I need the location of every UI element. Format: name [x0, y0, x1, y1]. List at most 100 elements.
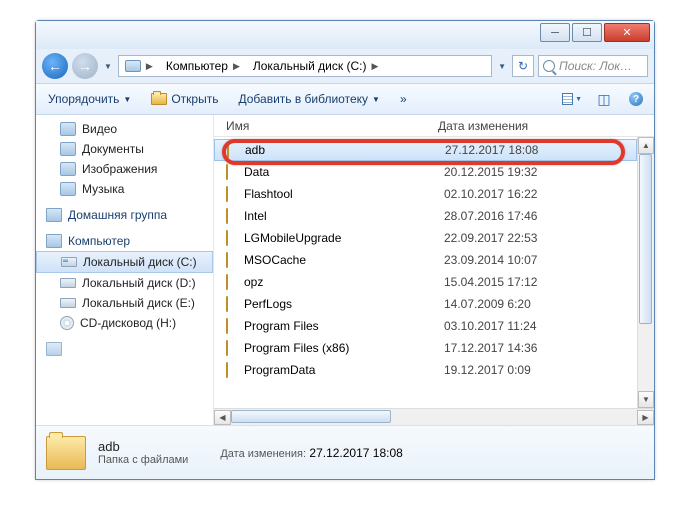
hscroll-thumb[interactable] — [231, 410, 391, 423]
col-name[interactable]: Имя — [218, 119, 438, 133]
sidebar-drive-item[interactable]: Локальный диск (D:) — [36, 273, 213, 293]
folder-icon — [226, 230, 228, 246]
toolbar: Упорядочить▼ Открыть Добавить в библиоте… — [36, 83, 654, 115]
folder-icon — [226, 252, 228, 268]
search-input[interactable]: Поиск: Лок… — [538, 55, 648, 77]
file-date: 17.12.2017 14:36 — [444, 341, 637, 355]
file-row[interactable]: Program Files03.10.2017 11:24 — [214, 315, 637, 337]
file-date: 02.10.2017 16:22 — [444, 187, 637, 201]
sidebar-drive-item[interactable]: Локальный диск (C:) — [36, 251, 213, 273]
file-name: LGMobileUpgrade — [244, 231, 444, 245]
close-button[interactable]: ✕ — [604, 23, 650, 42]
homegroup-icon — [46, 208, 62, 222]
folder-icon — [226, 186, 228, 202]
sidebar-lib-item[interactable]: Видео — [36, 119, 213, 139]
file-row[interactable]: Data20.12.2015 19:32 — [214, 161, 637, 183]
file-date: 23.09.2014 10:07 — [444, 253, 637, 267]
computer-icon — [46, 234, 62, 248]
file-row[interactable]: Flashtool02.10.2017 16:22 — [214, 183, 637, 205]
file-date: 14.07.2009 6:20 — [444, 297, 637, 311]
file-name: opz — [244, 275, 444, 289]
scroll-right[interactable]: ▶ — [637, 410, 654, 425]
folder-icon — [226, 164, 228, 180]
organize-button[interactable]: Упорядочить▼ — [44, 90, 135, 108]
titlebar: ─ ☐ ✕ — [36, 21, 654, 49]
file-name: Flashtool — [244, 187, 444, 201]
explorer-window: ─ ☐ ✕ ← → ▼ ▶ Компьютер▶ Локальный диск … — [35, 20, 655, 480]
cd-icon — [60, 316, 74, 330]
breadcrumb[interactable]: ▶ Компьютер▶ Локальный диск (C:)▶ — [118, 55, 492, 77]
drive-icon — [60, 278, 76, 288]
minimize-button[interactable]: ─ — [540, 23, 570, 42]
file-name: PerfLogs — [244, 297, 444, 311]
col-modified[interactable]: Дата изменения — [438, 119, 654, 133]
library-icon — [60, 162, 76, 176]
sidebar-network[interactable] — [36, 339, 213, 359]
file-row[interactable]: PerfLogs14.07.2009 6:20 — [214, 293, 637, 315]
history-dropdown[interactable]: ▼ — [102, 62, 114, 71]
file-row[interactable]: LGMobileUpgrade22.09.2017 22:53 — [214, 227, 637, 249]
refresh-button[interactable]: ↻ — [512, 55, 534, 77]
sidebar: ВидеоДокументыИзображенияМузыка Домашняя… — [36, 115, 214, 425]
folder-icon — [226, 362, 228, 378]
open-button[interactable]: Открыть — [147, 90, 222, 108]
file-date: 19.12.2017 0:09 — [444, 363, 637, 377]
sidebar-lib-item[interactable]: Музыка — [36, 179, 213, 199]
file-name: Data — [244, 165, 444, 179]
more-button[interactable]: » — [396, 90, 411, 108]
folder-icon — [226, 208, 228, 224]
drive-icon — [60, 298, 76, 308]
addlib-button[interactable]: Добавить в библиотеку▼ — [234, 90, 383, 108]
file-date: 27.12.2017 18:08 — [445, 143, 636, 157]
file-row[interactable]: MSOCache23.09.2014 10:07 — [214, 249, 637, 271]
maximize-button[interactable]: ☐ — [572, 23, 602, 42]
library-icon — [60, 142, 76, 156]
file-date: 28.07.2016 17:46 — [444, 209, 637, 223]
nav-row: ← → ▼ ▶ Компьютер▶ Локальный диск (C:)▶ … — [36, 49, 654, 83]
column-header[interactable]: Имя Дата изменения — [214, 115, 654, 137]
sidebar-lib-item[interactable]: Изображения — [36, 159, 213, 179]
file-row[interactable]: opz15.04.2015 17:12 — [214, 271, 637, 293]
sidebar-drive-item[interactable]: Локальный диск (E:) — [36, 293, 213, 313]
forward-button[interactable]: → — [72, 53, 98, 79]
sidebar-drive-item[interactable]: CD-дисковод (H:) — [36, 313, 213, 333]
file-name: ProgramData — [244, 363, 444, 377]
views-button[interactable]: ▼ — [562, 89, 582, 109]
details-type: Папка с файлами — [98, 454, 188, 466]
back-button[interactable]: ← — [42, 53, 68, 79]
main-pane: Имя Дата изменения adb27.12.2017 18:08Da… — [214, 115, 654, 425]
crumb-dropdown[interactable]: ▼ — [496, 62, 508, 71]
details-mod-label: Дата изменения: — [220, 448, 306, 460]
file-date: 03.10.2017 11:24 — [444, 319, 637, 333]
folder-icon — [226, 340, 228, 356]
file-row[interactable]: ProgramData19.12.2017 0:09 — [214, 359, 637, 381]
search-icon — [543, 60, 555, 72]
details-pane: adb Папка с файлами Дата изменения: 27.1… — [36, 425, 654, 479]
scroll-up[interactable]: ▲ — [638, 137, 654, 154]
file-row[interactable]: Program Files (x86)17.12.2017 14:36 — [214, 337, 637, 359]
help-button[interactable]: ? — [626, 89, 646, 109]
details-name: adb — [98, 439, 188, 454]
crumb-drive-c[interactable]: Локальный диск (C:) — [253, 59, 367, 73]
folder-icon — [226, 318, 228, 334]
scroll-down[interactable]: ▼ — [638, 391, 654, 408]
sidebar-homegroup[interactable]: Домашняя группа — [36, 205, 213, 225]
file-list[interactable]: adb27.12.2017 18:08Data20.12.2015 19:32F… — [214, 137, 637, 408]
file-row[interactable]: Intel28.07.2016 17:46 — [214, 205, 637, 227]
file-name: Program Files (x86) — [244, 341, 444, 355]
sidebar-computer[interactable]: Компьютер — [36, 231, 213, 251]
details-folder-icon — [46, 436, 86, 470]
scroll-left[interactable]: ◀ — [214, 410, 231, 425]
preview-pane-button[interactable]: ◫ — [594, 89, 614, 109]
file-date: 20.12.2015 19:32 — [444, 165, 637, 179]
horizontal-scrollbar[interactable]: ◀ ▶ — [214, 408, 654, 425]
sidebar-lib-item[interactable]: Документы — [36, 139, 213, 159]
file-date: 15.04.2015 17:12 — [444, 275, 637, 289]
vertical-scrollbar[interactable]: ▲ ▼ — [637, 137, 654, 408]
file-name: adb — [245, 143, 445, 157]
open-icon — [151, 93, 167, 105]
vscroll-thumb[interactable] — [639, 154, 652, 324]
file-row[interactable]: adb27.12.2017 18:08 — [214, 139, 637, 161]
crumb-computer[interactable]: Компьютер — [166, 59, 228, 73]
network-icon — [46, 342, 62, 356]
